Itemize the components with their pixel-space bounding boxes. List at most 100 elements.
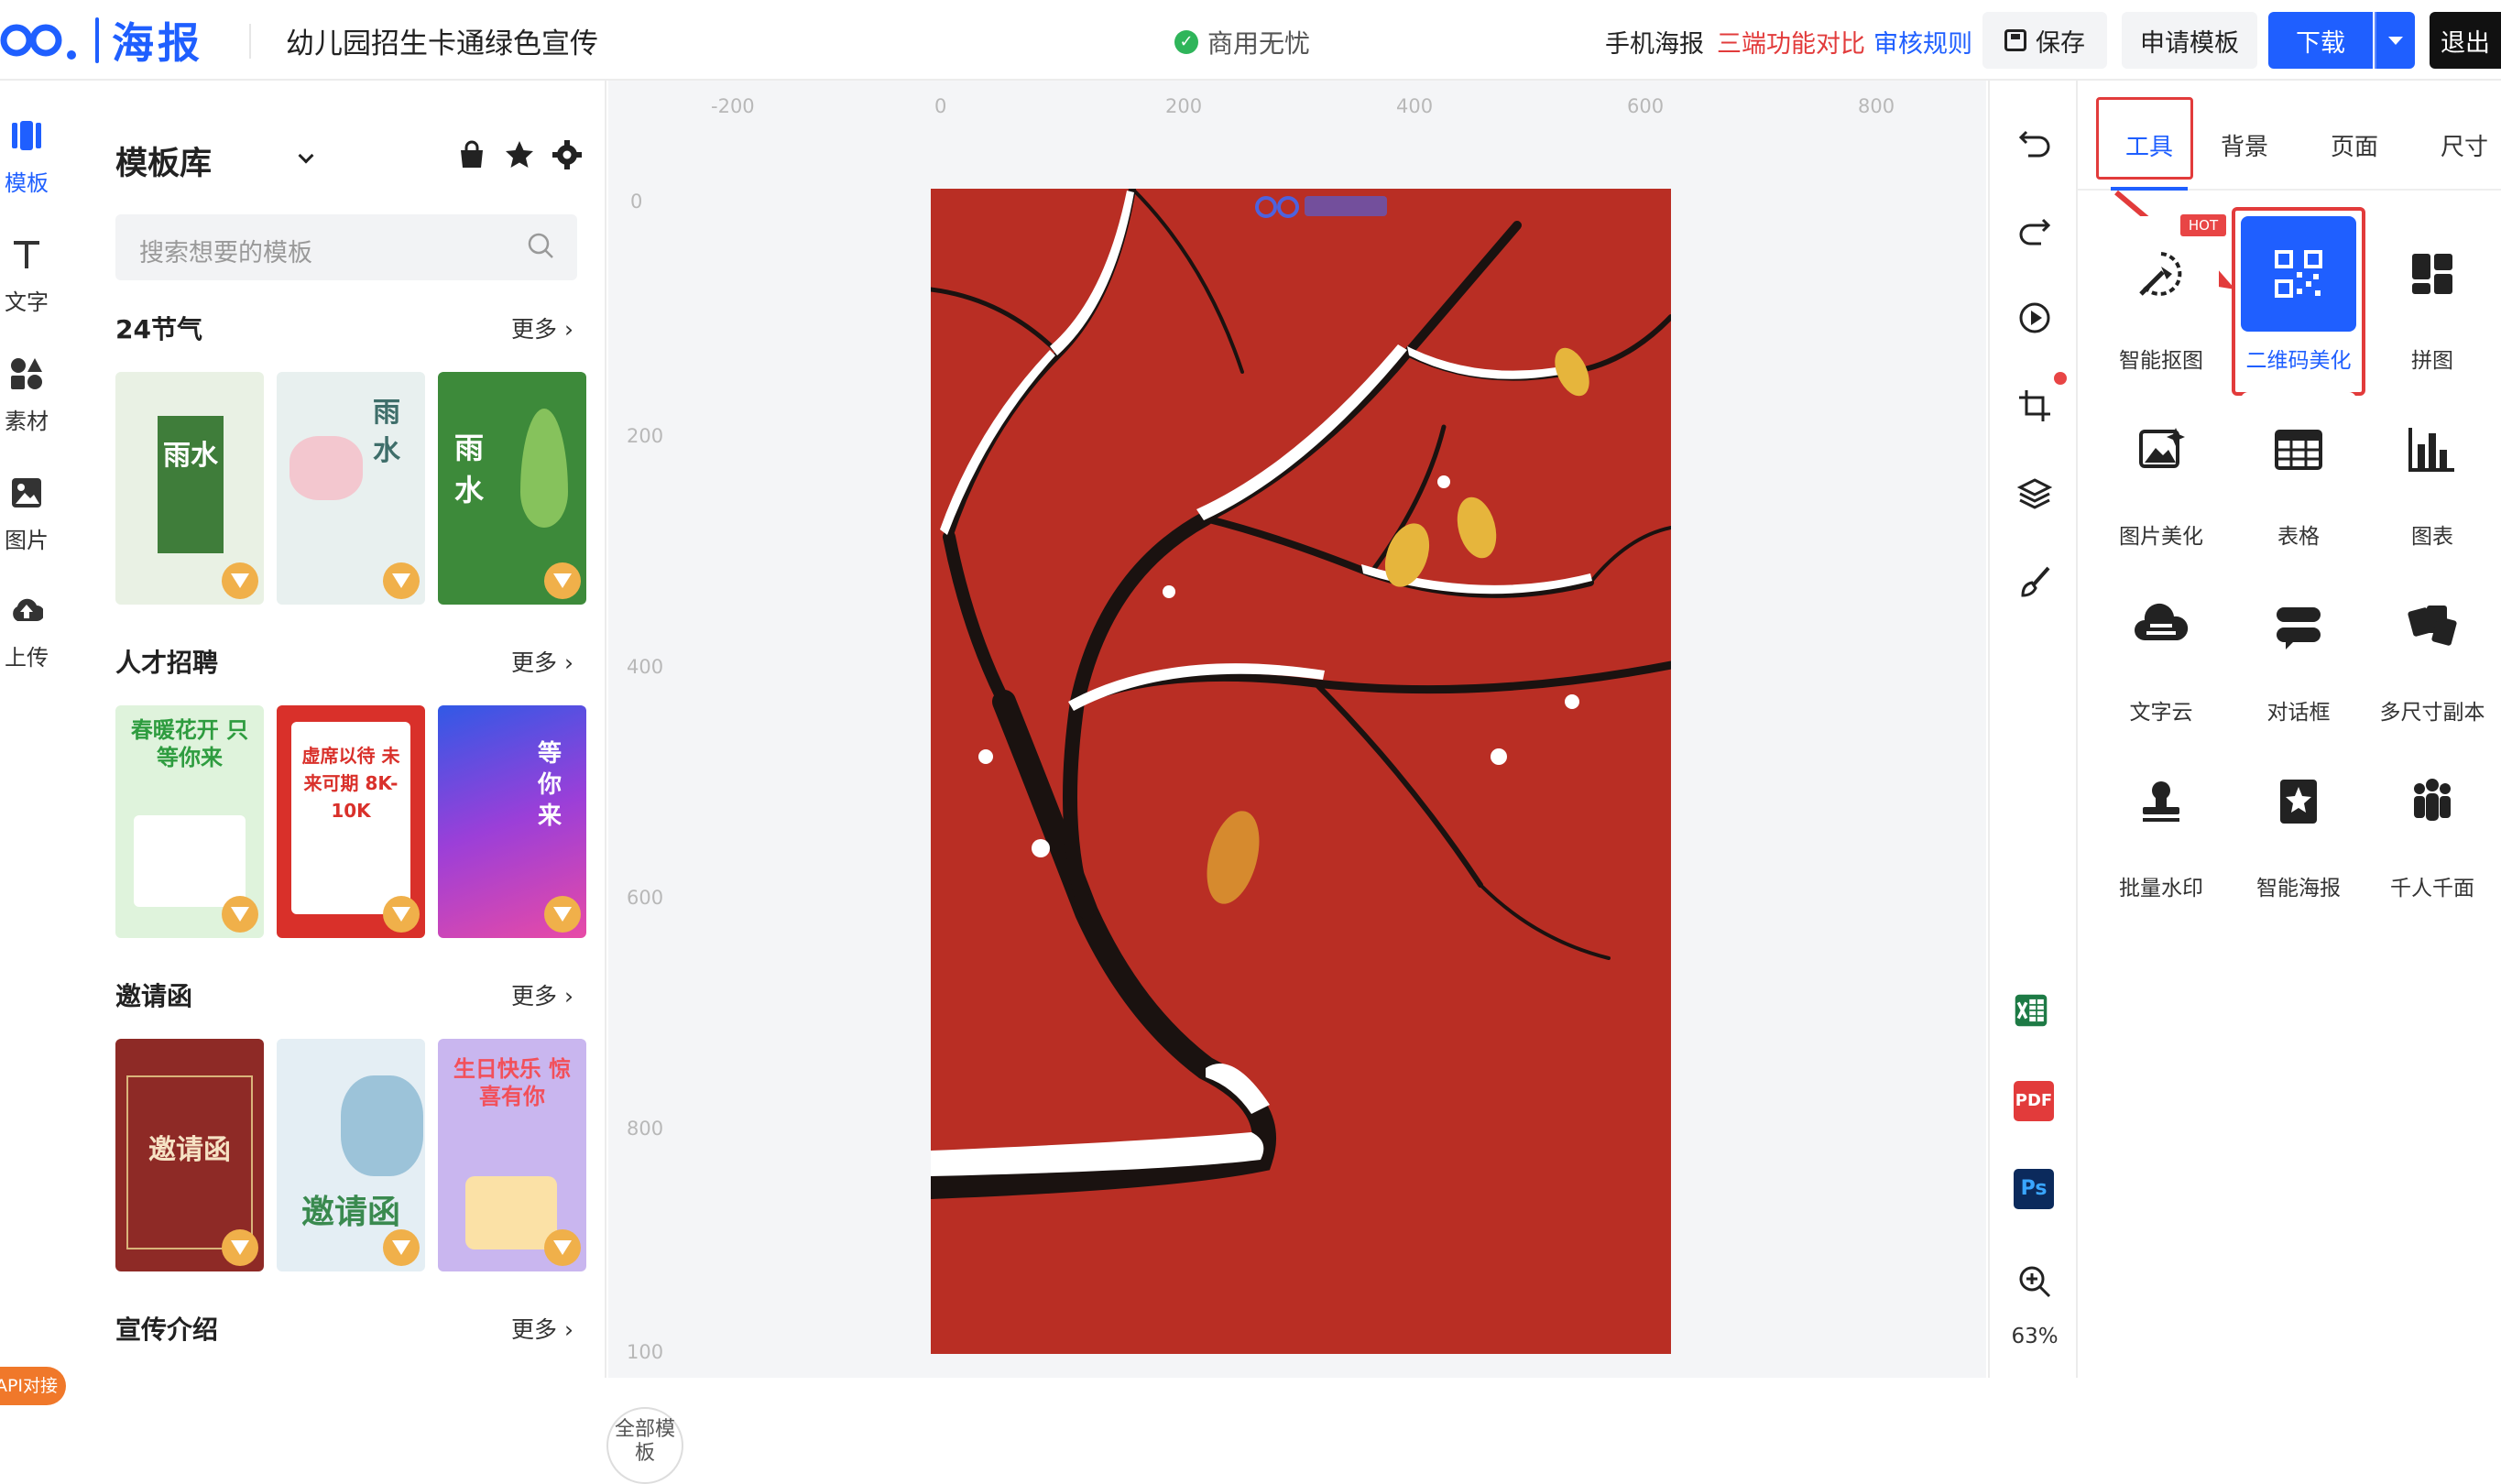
caret-down-icon	[2388, 36, 2403, 45]
title-divider	[249, 24, 251, 59]
template-thumb[interactable]: 雨水	[438, 372, 586, 605]
shapes-icon	[11, 358, 42, 389]
zoom-level[interactable]: 63%	[1990, 1325, 2080, 1348]
tool-box	[2375, 392, 2490, 507]
vertical-ruler: 0 200 400 600 800 100	[621, 136, 664, 1378]
template-library-panel: 模板库 搜索想要的模板 24节气 更多 › 雨水 雨水 雨水 人才招聘 更多 ›…	[84, 81, 683, 1484]
tool-label: 图片美化	[2119, 525, 2203, 549]
brush-icon[interactable]	[2017, 564, 2052, 599]
tool-chart[interactable]: 图表	[2375, 392, 2490, 550]
tool-qrcode-beautify[interactable]: 二维码美化	[2241, 216, 2356, 374]
section-title: 人才招聘	[115, 648, 219, 678]
tool-smart-poster[interactable]: 智能海报	[2241, 744, 2356, 901]
thumb-decoration	[341, 1075, 423, 1176]
bag-icon[interactable]	[456, 139, 487, 170]
template-thumb[interactable]: 雨水	[277, 372, 425, 605]
tool-table[interactable]: 表格	[2241, 392, 2356, 550]
download-button[interactable]: 下载	[2268, 12, 2373, 69]
nav-item-text[interactable]: 文字	[0, 238, 53, 316]
tool-label: 拼图	[2411, 349, 2453, 373]
layers-icon[interactable]	[2017, 476, 2052, 511]
tab-background[interactable]: 背景	[2221, 128, 2268, 162]
document-title[interactable]: 幼儿园招生卡通绿色宣传	[286, 20, 598, 61]
template-thumb[interactable]: 等你来	[438, 705, 586, 938]
multi-size-icon	[2408, 606, 2457, 646]
brand-logo[interactable]: 海报	[0, 13, 203, 68]
download-options-button[interactable]	[2375, 12, 2415, 69]
chevron-down-icon[interactable]	[298, 147, 314, 164]
template-thumb[interactable]: 虚席以待 未来可期 8K-10K	[277, 705, 425, 938]
commercial-status[interactable]: ✓ 商用无忧	[1174, 24, 1310, 60]
nav-item-image[interactable]: 图片	[0, 476, 53, 554]
undo-icon[interactable]	[2017, 125, 2052, 159]
template-thumb[interactable]: 生日快乐 惊喜有你	[438, 1039, 586, 1271]
play-icon[interactable]	[2017, 300, 2052, 335]
qrcode-icon	[2275, 250, 2322, 298]
mobile-poster-link[interactable]: 手机海报	[1605, 24, 1704, 60]
tab-tools[interactable]: 工具	[2125, 128, 2173, 162]
logo-separator	[95, 17, 99, 63]
tool-batch-watermark[interactable]: 批量水印	[2103, 744, 2219, 901]
nav-item-template[interactable]: 模板	[0, 119, 53, 197]
nav-item-label: 文字	[5, 289, 49, 315]
tool-label: 智能海报	[2256, 877, 2341, 900]
thumb-cake	[465, 1176, 557, 1249]
nav-item-upload[interactable]: 上传	[0, 594, 53, 671]
tool-label: 智能抠图	[2119, 349, 2203, 373]
feature-compare-link[interactable]: 三端功能对比	[1717, 24, 1865, 60]
template-thumb[interactable]: 邀请函	[115, 1039, 264, 1271]
template-thumb[interactable]: 邀请函	[277, 1039, 425, 1271]
logo-mark-icon	[0, 24, 76, 60]
apply-template-button[interactable]: 申请模板	[2122, 12, 2257, 69]
chart-icon	[2408, 428, 2454, 472]
tool-box	[2241, 568, 2356, 683]
template-thumb[interactable]: 雨水	[115, 372, 264, 605]
snowy-branch-photo[interactable]	[931, 189, 1671, 1354]
dialog-icon	[2277, 607, 2321, 649]
review-rules-link[interactable]: 审核规则	[1873, 24, 1972, 60]
zoom-in-icon[interactable]	[2017, 1264, 2052, 1299]
poster-artboard[interactable]	[931, 189, 1671, 1354]
nav-item-label: 上传	[5, 645, 49, 671]
section-more-link[interactable]: 更多 ›	[511, 311, 573, 344]
thumb-title: 虚席以待 未来可期 8K-10K	[301, 745, 400, 822]
tool-smart-cutout[interactable]: 智能抠图	[2103, 216, 2219, 374]
save-button[interactable]: 保存	[1982, 12, 2107, 69]
template-search-input[interactable]: 搜索想要的模板	[115, 214, 577, 280]
redo-icon[interactable]	[2017, 213, 2052, 247]
vip-crown-icon	[544, 896, 581, 933]
search-icon[interactable]	[526, 231, 555, 260]
exit-button[interactable]: 退出	[2430, 12, 2501, 69]
smart-poster-icon	[2280, 780, 2317, 824]
tool-personalize[interactable]: 千人千面	[2375, 744, 2490, 901]
upload-icon	[13, 598, 45, 621]
tool-image-enhance[interactable]: 图片美化	[2103, 392, 2219, 550]
gear-icon[interactable]	[552, 139, 583, 170]
canvas-area[interactable]: -200 0 200 400 600 800 0 200 400 600 800…	[608, 81, 1986, 1378]
section-more-link[interactable]: 更多 ›	[511, 645, 573, 678]
template-thumb[interactable]: 春暖花开 只等你来	[115, 705, 264, 938]
tab-size[interactable]: 尺寸	[2441, 128, 2488, 162]
tool-word-cloud[interactable]: 文字云	[2103, 568, 2219, 726]
nav-item-assets[interactable]: 素材	[0, 357, 53, 435]
section-more-link[interactable]: 更多 ›	[511, 978, 573, 1011]
notification-dot	[2054, 372, 2067, 385]
ruler-tick: 100	[627, 1341, 664, 1363]
pdf-icon[interactable]: PDF	[2014, 1081, 2054, 1121]
tab-page[interactable]: 页面	[2331, 128, 2378, 162]
thumb-title: 雨水	[158, 416, 224, 553]
tool-multi-size[interactable]: 多尺寸副本	[2375, 568, 2490, 726]
vip-crown-icon	[222, 896, 258, 933]
tool-collage[interactable]: 拼图	[2375, 216, 2490, 374]
star-icon[interactable]	[504, 139, 535, 170]
photoshop-icon[interactable]: Ps	[2014, 1169, 2054, 1209]
tool-dialog[interactable]: 对话框	[2241, 568, 2356, 726]
all-templates-button[interactable]: 全部模板	[606, 1407, 683, 1484]
tool-box	[2241, 216, 2356, 332]
excel-icon[interactable]	[2014, 993, 2048, 1028]
section-title: 邀请函	[115, 981, 193, 1011]
api-badge[interactable]: API对接	[0, 1367, 66, 1405]
section-more-link[interactable]: 更多 ›	[511, 1312, 573, 1345]
library-title[interactable]: 模板库	[115, 137, 212, 184]
crop-icon[interactable]	[2017, 388, 2052, 423]
